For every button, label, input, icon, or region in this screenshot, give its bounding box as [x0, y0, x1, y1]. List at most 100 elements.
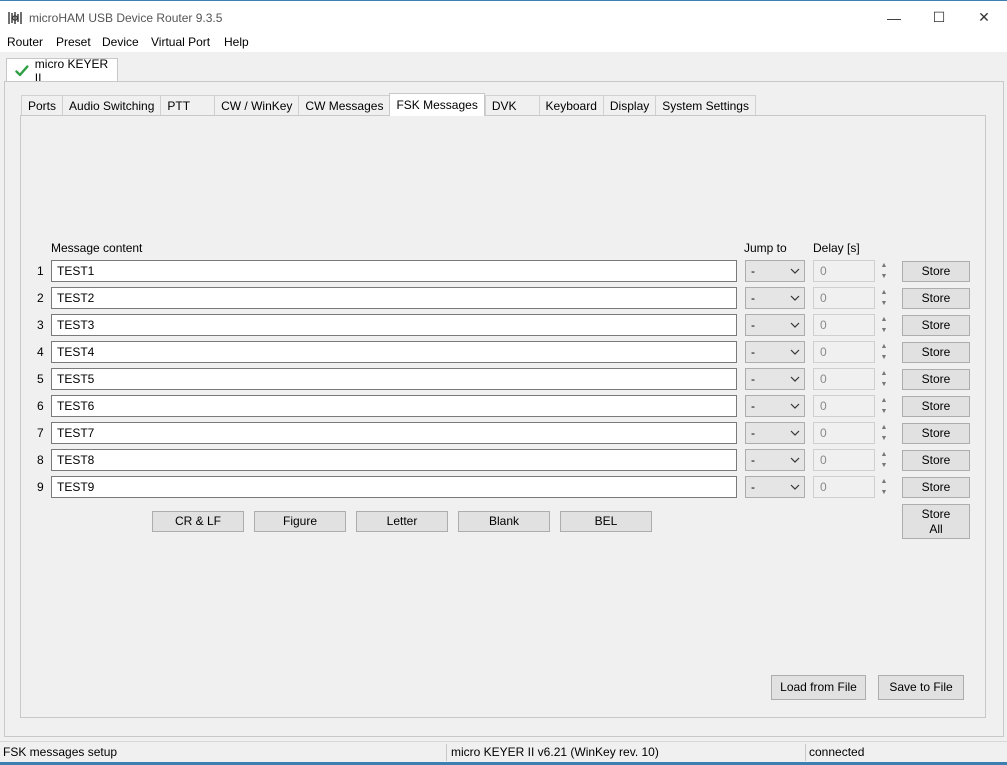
jump-to-select[interactable]: - — [745, 260, 805, 282]
delay-input[interactable]: 0 — [813, 449, 875, 471]
jump-to-select[interactable]: - — [745, 449, 805, 471]
spin-up-icon[interactable]: ▲ — [877, 449, 891, 460]
tab-cw-messages[interactable]: CW Messages — [298, 95, 390, 116]
message-content-input[interactable]: TEST3 — [51, 314, 737, 336]
message-content-input[interactable]: TEST5 — [51, 368, 737, 390]
store-button[interactable]: Store — [902, 288, 970, 309]
spin-down-icon[interactable]: ▼ — [877, 460, 891, 471]
spin-up-icon[interactable]: ▲ — [877, 341, 891, 352]
spin-down-icon[interactable]: ▼ — [877, 325, 891, 336]
store-button[interactable]: Store — [902, 369, 970, 390]
close-button[interactable]: ✕ — [961, 1, 1007, 34]
letter-button[interactable]: Letter — [356, 511, 448, 532]
delay-spinner[interactable]: ▲ ▼ — [877, 449, 891, 471]
tab-audio-switching[interactable]: Audio Switching — [62, 95, 161, 116]
store-button[interactable]: Store — [902, 423, 970, 444]
spin-up-icon[interactable]: ▲ — [877, 368, 891, 379]
delay-spinner[interactable]: ▲ ▼ — [877, 314, 891, 336]
spin-up-icon[interactable]: ▲ — [877, 476, 891, 487]
message-content-input[interactable]: TEST2 — [51, 287, 737, 309]
spin-up-icon[interactable]: ▲ — [877, 422, 891, 433]
delay-spinner[interactable]: ▲ ▼ — [877, 395, 891, 417]
tab-system-settings[interactable]: System Settings — [655, 95, 756, 116]
green-check-icon — [15, 64, 29, 76]
message-content-input[interactable]: TEST4 — [51, 341, 737, 363]
menu-virtual-port[interactable]: Virtual Port — [151, 35, 210, 49]
store-button[interactable]: Store — [902, 396, 970, 417]
menu-device[interactable]: Device — [102, 35, 139, 49]
delay-input[interactable]: 0 — [813, 368, 875, 390]
delay-input[interactable]: 0 — [813, 476, 875, 498]
figure-button[interactable]: Figure — [254, 511, 346, 532]
spin-up-icon[interactable]: ▲ — [877, 287, 891, 298]
store-all-button[interactable]: Store All — [902, 504, 970, 539]
delay-input[interactable]: 0 — [813, 341, 875, 363]
spin-up-icon[interactable]: ▲ — [877, 260, 891, 271]
jump-to-header: Jump to — [744, 241, 787, 255]
spin-down-icon[interactable]: ▼ — [877, 271, 891, 282]
tab-ptt[interactable]: PTT — [160, 95, 215, 116]
spin-down-icon[interactable]: ▼ — [877, 352, 891, 363]
spin-up-icon[interactable]: ▲ — [877, 395, 891, 406]
jump-to-value: - — [751, 480, 755, 494]
spin-down-icon[interactable]: ▼ — [877, 379, 891, 390]
chevron-down-icon — [790, 295, 800, 301]
delay-spinner[interactable]: ▲ ▼ — [877, 287, 891, 309]
settings-tabs: Ports Audio Switching PTT CW / WinKey CW… — [21, 93, 756, 116]
cr-lf-button[interactable]: CR & LF — [152, 511, 244, 532]
delay-spinner[interactable]: ▲ ▼ — [877, 260, 891, 282]
message-content-input[interactable]: TEST8 — [51, 449, 737, 471]
row-number: 7 — [37, 426, 44, 440]
tab-fsk-messages[interactable]: FSK Messages — [389, 93, 485, 116]
title-bar: microHAM USB Device Router 9.3.5 — ☐ ✕ — [0, 0, 1007, 34]
delay-input[interactable]: 0 — [813, 422, 875, 444]
spin-down-icon[interactable]: ▼ — [877, 298, 891, 309]
spin-down-icon[interactable]: ▼ — [877, 487, 891, 498]
jump-to-select[interactable]: - — [745, 314, 805, 336]
delay-input[interactable]: 0 — [813, 287, 875, 309]
store-button[interactable]: Store — [902, 450, 970, 471]
store-button[interactable]: Store — [902, 315, 970, 336]
jump-to-select[interactable]: - — [745, 422, 805, 444]
spin-up-icon[interactable]: ▲ — [877, 314, 891, 325]
jump-to-select[interactable]: - — [745, 395, 805, 417]
delay-spinner[interactable]: ▲ ▼ — [877, 368, 891, 390]
jump-to-select[interactable]: - — [745, 368, 805, 390]
tab-dvk[interactable]: DVK — [484, 95, 539, 116]
row-number: 5 — [37, 372, 44, 386]
store-button[interactable]: Store — [902, 477, 970, 498]
tab-display[interactable]: Display — [602, 95, 656, 116]
menu-help[interactable]: Help — [224, 35, 249, 49]
store-button[interactable]: Store — [902, 261, 970, 282]
window-title: microHAM USB Device Router 9.3.5 — [29, 11, 223, 25]
message-content-input[interactable]: TEST6 — [51, 395, 737, 417]
jump-to-select[interactable]: - — [745, 287, 805, 309]
message-content-input[interactable]: TEST1 — [51, 260, 737, 282]
message-content-input[interactable]: TEST9 — [51, 476, 737, 498]
delay-spinner[interactable]: ▲ ▼ — [877, 341, 891, 363]
store-button[interactable]: Store — [902, 342, 970, 363]
delay-input[interactable]: 0 — [813, 260, 875, 282]
save-to-file-button[interactable]: Save to File — [878, 675, 964, 700]
jump-to-select[interactable]: - — [745, 341, 805, 363]
menu-preset[interactable]: Preset — [56, 35, 91, 49]
tab-cw-winkey[interactable]: CW / WinKey — [214, 95, 299, 116]
message-content-input[interactable]: TEST7 — [51, 422, 737, 444]
tab-keyboard[interactable]: Keyboard — [538, 95, 603, 116]
menu-router[interactable]: Router — [7, 35, 43, 49]
blank-button[interactable]: Blank — [458, 511, 550, 532]
delay-input[interactable]: 0 — [813, 314, 875, 336]
load-from-file-button[interactable]: Load from File — [771, 675, 866, 700]
spin-down-icon[interactable]: ▼ — [877, 433, 891, 444]
jump-to-select[interactable]: - — [745, 476, 805, 498]
tab-ports[interactable]: Ports — [21, 95, 63, 116]
delay-spinner[interactable]: ▲ ▼ — [877, 422, 891, 444]
device-tab[interactable]: micro KEYER II — [6, 57, 118, 85]
chevron-down-icon — [790, 484, 800, 490]
minimize-button[interactable]: — — [871, 1, 917, 34]
delay-spinner[interactable]: ▲ ▼ — [877, 476, 891, 498]
spin-down-icon[interactable]: ▼ — [877, 406, 891, 417]
maximize-button[interactable]: ☐ — [916, 1, 962, 34]
delay-input[interactable]: 0 — [813, 395, 875, 417]
bel-button[interactable]: BEL — [560, 511, 652, 532]
